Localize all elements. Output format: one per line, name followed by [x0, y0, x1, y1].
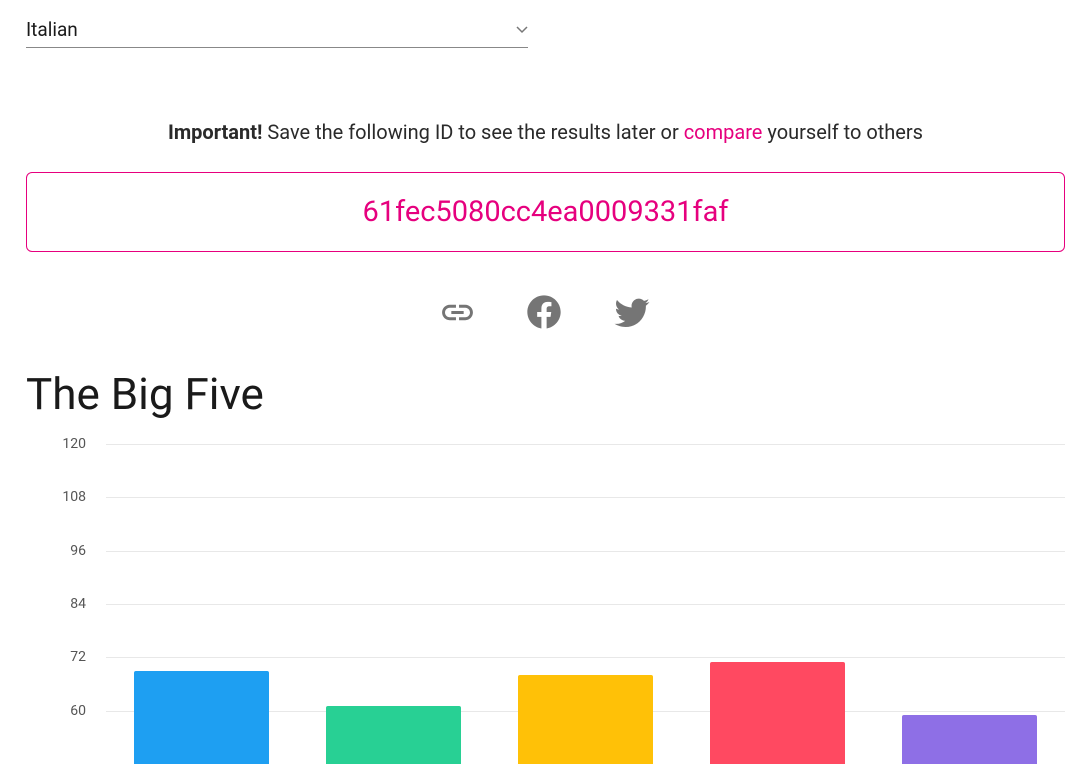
- facebook-icon[interactable]: [524, 292, 564, 332]
- chart-y-tick: 84: [46, 596, 96, 612]
- chart-bar: [518, 675, 653, 764]
- chart-title: The Big Five: [26, 368, 1065, 420]
- chart-bar: [710, 662, 845, 764]
- important-notice: Important! Save the following ID to see …: [26, 120, 1065, 144]
- chart-y-tick: 108: [46, 489, 96, 505]
- chart-bar: [902, 715, 1037, 764]
- chevron-down-icon: [516, 23, 528, 37]
- twitter-icon[interactable]: [612, 292, 652, 332]
- language-select[interactable]: Italian: [26, 16, 528, 48]
- important-label: Important!: [168, 120, 262, 144]
- chart-area: 60728496108120: [46, 444, 1065, 764]
- language-selected-value: Italian: [26, 18, 78, 41]
- chart-bar: [134, 671, 269, 764]
- chart-y-tick: 120: [46, 436, 96, 452]
- chart-bar: [326, 706, 461, 764]
- result-id-box: 61fec5080cc4ea0009331faf: [26, 172, 1065, 252]
- chart-y-axis: 60728496108120: [46, 444, 96, 764]
- important-text-before: Save the following ID to see the results…: [262, 120, 683, 144]
- chart-y-tick: 96: [46, 543, 96, 559]
- link-icon[interactable]: [439, 294, 476, 331]
- important-text-after: yourself to others: [762, 120, 923, 144]
- chart-y-tick: 60: [46, 703, 96, 719]
- chart-plot: [106, 444, 1065, 764]
- chart-y-tick: 72: [46, 649, 96, 665]
- chart-bars: [106, 444, 1065, 764]
- share-row: [26, 292, 1065, 332]
- compare-link[interactable]: compare: [684, 120, 763, 144]
